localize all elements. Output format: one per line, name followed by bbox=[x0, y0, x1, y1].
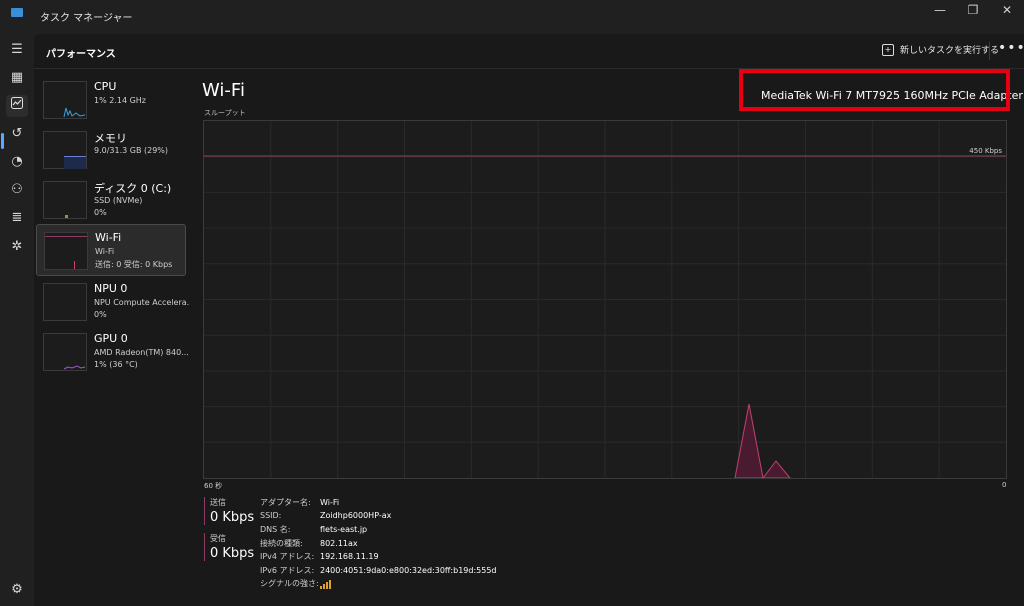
detail-row: シグナルの強さ: bbox=[260, 578, 497, 592]
detail-key: IPv6 アドレス: bbox=[260, 565, 315, 575]
detail-value: flets-east.jp bbox=[320, 525, 368, 534]
perf-item-name: ディスク 0 (C:) bbox=[94, 182, 172, 195]
wifi-activity-mark bbox=[74, 261, 75, 269]
adapter-details: アダプター名: Wi-Fi SSID: Zoidhp6000HP-ax DNS 名:… bbox=[260, 497, 497, 592]
scale-label: 450 Kbps bbox=[969, 147, 1002, 155]
perf-item-disk[interactable]: ディスク 0 (C:) SSD (NVMe) 0% bbox=[36, 174, 184, 224]
detail-key: シグナルの強さ: bbox=[260, 579, 319, 588]
detail-row: 接続の種類: 802.11ax bbox=[260, 538, 497, 552]
perf-item-sub: NPU Compute Accelera. bbox=[94, 298, 190, 307]
gpu-thumbnail bbox=[43, 333, 87, 371]
perf-item-sub: 1% 2.14 GHz bbox=[94, 96, 147, 105]
perf-item-wifi[interactable]: Wi-Fi Wi-Fi 送信: 0 受信: 0 Kbps bbox=[36, 224, 186, 276]
window-title: タスク マネージャー bbox=[40, 13, 133, 24]
title-bar: タスク マネージャー — ❐ ✕ bbox=[0, 0, 1024, 34]
more-options-button[interactable]: ••• bbox=[998, 40, 1024, 56]
new-task-icon: + bbox=[882, 43, 894, 56]
perf-item-name: NPU 0 bbox=[94, 282, 128, 295]
history-icon[interactable]: ↺ bbox=[6, 123, 28, 145]
processes-icon[interactable]: ▦ bbox=[6, 67, 28, 89]
detail-row: アダプター名: Wi-Fi bbox=[260, 497, 497, 511]
disk-thumbnail bbox=[43, 181, 87, 219]
detail-row: DNS 名: flets-east.jp bbox=[260, 524, 497, 538]
send-stat: 送信 0 Kbps bbox=[204, 497, 254, 525]
perf-item-sub: SSD (NVMe) bbox=[94, 196, 143, 205]
perf-item-sub: AMD Radeon(TM) 840... bbox=[94, 348, 189, 357]
memory-thumbnail bbox=[43, 131, 87, 169]
receive-stat: 受信 0 Kbps bbox=[204, 533, 254, 561]
content-area: パフォーマンス + 新しいタスクを実行する ••• CPU 1% 2.14 GH… bbox=[34, 34, 1024, 606]
page-title: パフォーマンス bbox=[46, 49, 116, 60]
detail-value: 2400:4051:9da0:e800:32ed:30ff:b19d:555d bbox=[320, 565, 497, 575]
receive-value: 0 Kbps bbox=[210, 546, 255, 561]
detail-key: SSID: bbox=[260, 510, 282, 520]
axis-left-label: 60 秒 bbox=[204, 482, 223, 490]
perf-item-name: Wi-Fi bbox=[95, 231, 122, 244]
main-title: Wi-Fi bbox=[202, 80, 245, 101]
perf-item-sub: Wi-Fi bbox=[95, 247, 115, 256]
cpu-thumbnail bbox=[43, 81, 87, 119]
performance-list: CPU 1% 2.14 GHz メモリ 9.0/31.3 GB (29%) ディ… bbox=[36, 74, 189, 376]
minimize-button[interactable]: — bbox=[925, 2, 955, 18]
perf-item-sub2: 送信: 0 受信: 0 Kbps bbox=[95, 260, 173, 269]
perf-item-npu[interactable]: NPU 0 NPU Compute Accelera. 0% bbox=[36, 276, 189, 326]
detail-row: SSID: Zoidhp6000HP-ax bbox=[260, 511, 497, 525]
detail-key: アダプター名: bbox=[260, 498, 311, 507]
settings-icon[interactable]: ⚙ bbox=[6, 579, 28, 601]
perf-item-sub2: 0% bbox=[94, 310, 107, 319]
perf-item-name: CPU bbox=[94, 80, 117, 93]
perf-item-name: メモリ bbox=[94, 132, 127, 145]
detail-value: 802.11ax bbox=[320, 538, 358, 548]
detail-value: Wi-Fi bbox=[320, 498, 340, 507]
detail-value: Zoidhp6000HP-ax bbox=[320, 510, 392, 520]
wifi-scale-line bbox=[45, 236, 87, 237]
send-label: 送信 bbox=[210, 498, 226, 507]
detail-row: IPv4 アドレス: 192.168.11.19 bbox=[260, 551, 497, 565]
navigation-rail: ☰ ▦ ↺ ◔ ⚇ ≣ ✲ ⚙ bbox=[0, 34, 34, 606]
new-task-label: 新しいタスクを実行する bbox=[900, 46, 1000, 56]
receive-label: 受信 bbox=[210, 534, 226, 543]
active-indicator bbox=[1, 133, 4, 149]
perf-item-cpu[interactable]: CPU 1% 2.14 GHz bbox=[36, 74, 184, 124]
memory-usage-fill bbox=[64, 156, 86, 169]
axis-right-label: 0 bbox=[1002, 481, 1007, 489]
services-icon[interactable]: ✲ bbox=[6, 236, 28, 258]
new-task-button[interactable]: + 新しいタスクを実行する bbox=[882, 43, 999, 56]
graph-svg bbox=[204, 121, 1006, 478]
restore-button[interactable]: ❐ bbox=[958, 2, 988, 18]
throughput-label: スループット bbox=[204, 109, 246, 117]
perf-item-sub2: 1% (36 °C) bbox=[94, 360, 138, 369]
performance-icon[interactable] bbox=[6, 95, 28, 117]
close-button[interactable]: ✕ bbox=[992, 2, 1022, 18]
users-icon[interactable]: ⚇ bbox=[6, 179, 28, 201]
details-icon[interactable]: ≣ bbox=[6, 207, 28, 229]
startup-icon[interactable]: ◔ bbox=[6, 151, 28, 173]
task-manager-icon bbox=[11, 8, 23, 17]
page-header: パフォーマンス + 新しいタスクを実行する ••• bbox=[34, 34, 1024, 69]
throughput-graph: 450 Kbps bbox=[203, 120, 1007, 479]
detail-key: 接続の種類: bbox=[260, 538, 303, 548]
receive-spike-small bbox=[762, 460, 791, 478]
signal-strength-icon bbox=[320, 580, 332, 589]
detail-key: DNS 名: bbox=[260, 525, 291, 534]
detail-row: IPv6 アドレス: 2400:4051:9da0:e800:32ed:30ff:… bbox=[260, 565, 497, 579]
perf-item-gpu[interactable]: GPU 0 AMD Radeon(TM) 840... 1% (36 °C) bbox=[36, 326, 189, 376]
hamburger-icon[interactable]: ☰ bbox=[6, 39, 28, 61]
wifi-thumbnail bbox=[44, 232, 88, 270]
perf-item-memory[interactable]: メモリ 9.0/31.3 GB (29%) bbox=[36, 124, 184, 174]
npu-thumbnail bbox=[43, 283, 87, 321]
detail-value: 192.168.11.19 bbox=[320, 552, 379, 561]
detail-key: IPv4 アドレス: bbox=[260, 552, 315, 561]
highlight-box bbox=[739, 69, 1010, 111]
perf-item-sub2: 0% bbox=[94, 208, 107, 217]
perf-item-name: GPU 0 bbox=[94, 332, 128, 345]
divider bbox=[989, 42, 990, 60]
grid-lines bbox=[204, 121, 1006, 478]
disk-activity-mark bbox=[65, 215, 68, 218]
send-value: 0 Kbps bbox=[210, 510, 255, 525]
perf-item-sub: 9.0/31.3 GB (29%) bbox=[94, 146, 169, 155]
